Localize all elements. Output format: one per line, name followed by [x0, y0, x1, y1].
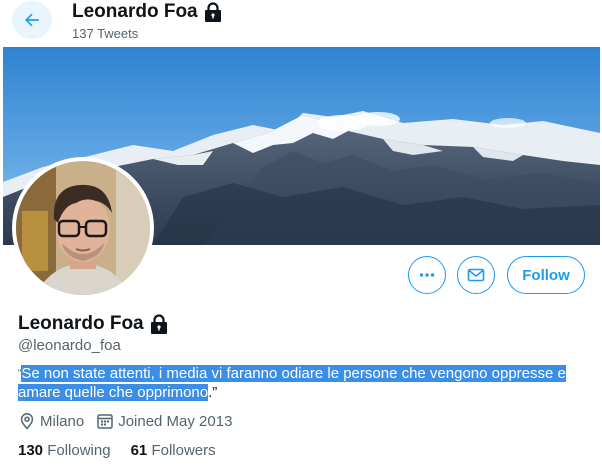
bio-selected-text[interactable]: Se non state attenti, i media vi faranno… [18, 365, 566, 401]
following-count: 130 [18, 442, 44, 459]
joined-item: Joined May 2013 [96, 412, 232, 430]
profile-handle: @leonardo_foa [18, 337, 121, 354]
location-text: Milano [40, 412, 85, 430]
location-item: Milano [18, 412, 84, 430]
profile-meta: Milano Joined May 2013 [18, 412, 244, 430]
header-title: Leonardo Foa [72, 1, 223, 23]
lock-icon [204, 2, 221, 22]
location-pin-icon [20, 413, 34, 430]
lock-icon [150, 314, 167, 334]
profile-display-name: Leonardo Foa [18, 313, 169, 335]
more-button[interactable] [408, 256, 446, 294]
following-link[interactable]: 130 Following [18, 442, 111, 459]
header-name: Leonardo Foa [72, 1, 198, 22]
profile-name: Leonardo Foa [18, 313, 144, 334]
mail-icon [467, 268, 485, 282]
following-label: Following [47, 442, 111, 459]
message-button[interactable] [457, 256, 495, 294]
more-icon [419, 273, 435, 277]
profile-avatar[interactable] [12, 157, 154, 299]
followers-link[interactable]: 61 Followers [131, 442, 216, 459]
joined-text: Joined May 2013 [118, 412, 233, 430]
back-button[interactable] [12, 1, 52, 39]
follow-button[interactable]: Follow [507, 256, 585, 294]
tweet-count: 137 Tweets [72, 26, 139, 41]
back-arrow-icon [25, 13, 39, 27]
followers-count: 61 [130, 442, 148, 459]
bio-close: .” [208, 384, 218, 401]
avatar-image [16, 161, 150, 295]
follow-stats: 130 Following 61 Followers [18, 442, 216, 459]
calendar-icon [97, 414, 113, 429]
top-bar: Leonardo Foa 137 Tweets [0, 0, 602, 47]
followers-label: Followers [151, 442, 216, 459]
profile-bio[interactable]: “Se non state attenti, i media vi farann… [18, 364, 578, 402]
